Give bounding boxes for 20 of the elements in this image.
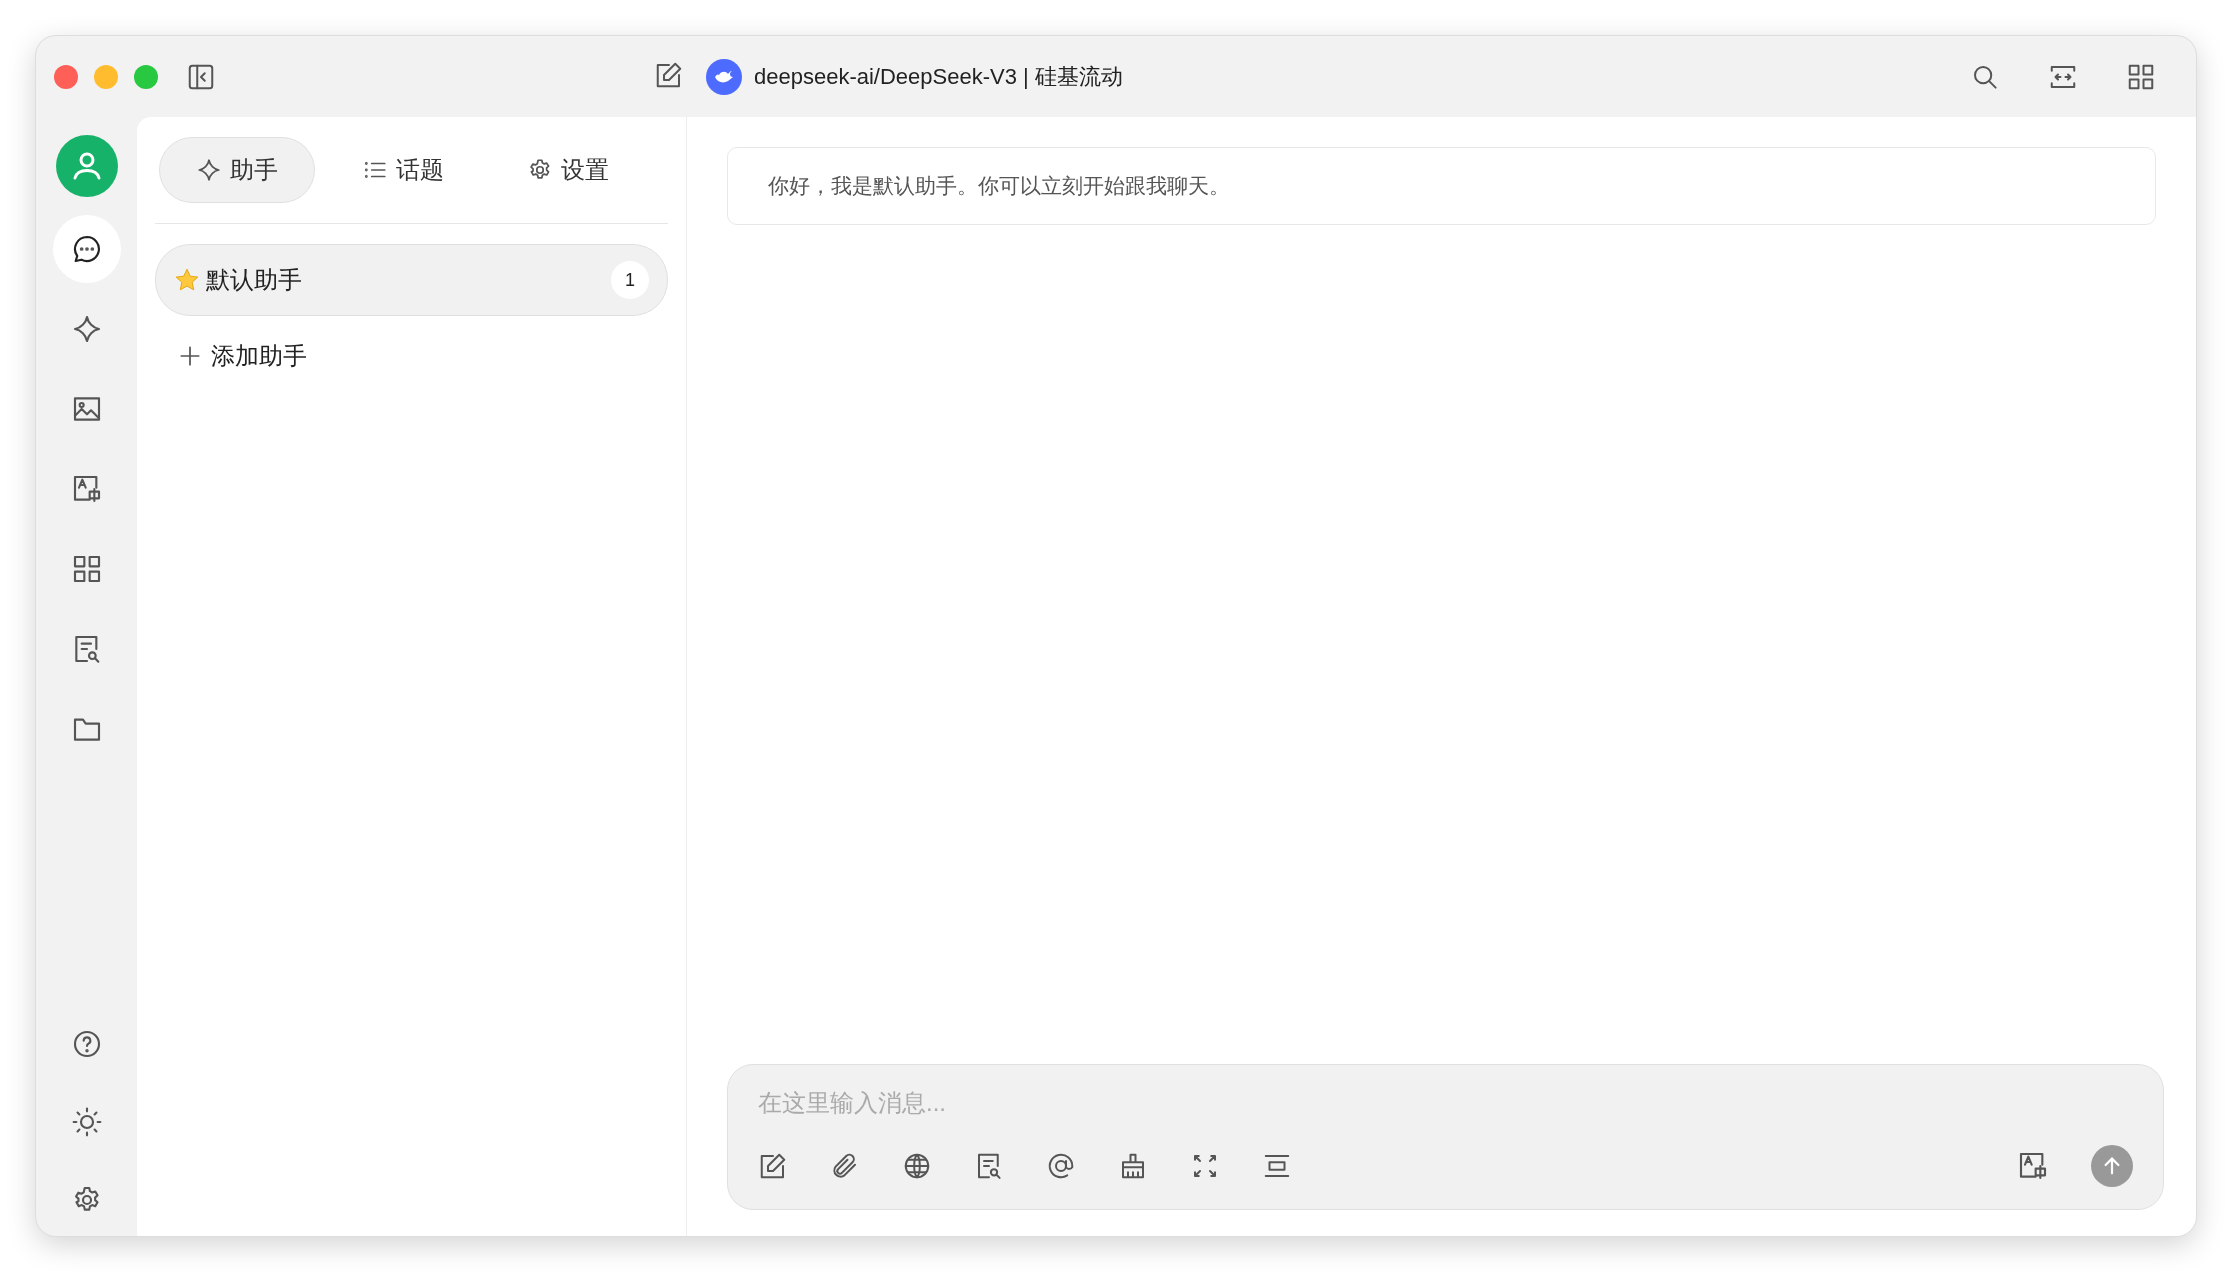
sun-icon[interactable] (70, 1106, 103, 1138)
whale-logo-icon (706, 58, 742, 95)
assistant-item[interactable]: 默认助手 1 (155, 244, 668, 316)
message-input[interactable]: 在这里输入消息... (758, 1089, 2133, 1117)
send-button[interactable] (2091, 1145, 2133, 1187)
at-icon[interactable] (1046, 1151, 1076, 1181)
assistant-name: 默认助手 (206, 265, 303, 295)
tab[interactable]: 助手 (159, 137, 315, 203)
add-assistant-button[interactable]: 添加助手 (177, 336, 307, 376)
globe-icon[interactable] (902, 1151, 932, 1181)
tab[interactable]: 话题 (324, 137, 481, 203)
sparkle-icon (196, 157, 222, 183)
edit-icon[interactable] (758, 1151, 788, 1181)
topic-count: 1 (611, 261, 649, 299)
close-button[interactable] (54, 64, 78, 89)
window-title: deepseek-ai/DeepSeek-V3 | 硅基流动 (754, 62, 1123, 91)
message-bubble: 你好，我是默认助手。你可以立刻开始跟我聊天。 (727, 147, 2156, 225)
translate-icon[interactable] (2017, 1150, 2049, 1182)
star-icon (174, 267, 200, 293)
tab[interactable]: 设置 (490, 137, 646, 203)
